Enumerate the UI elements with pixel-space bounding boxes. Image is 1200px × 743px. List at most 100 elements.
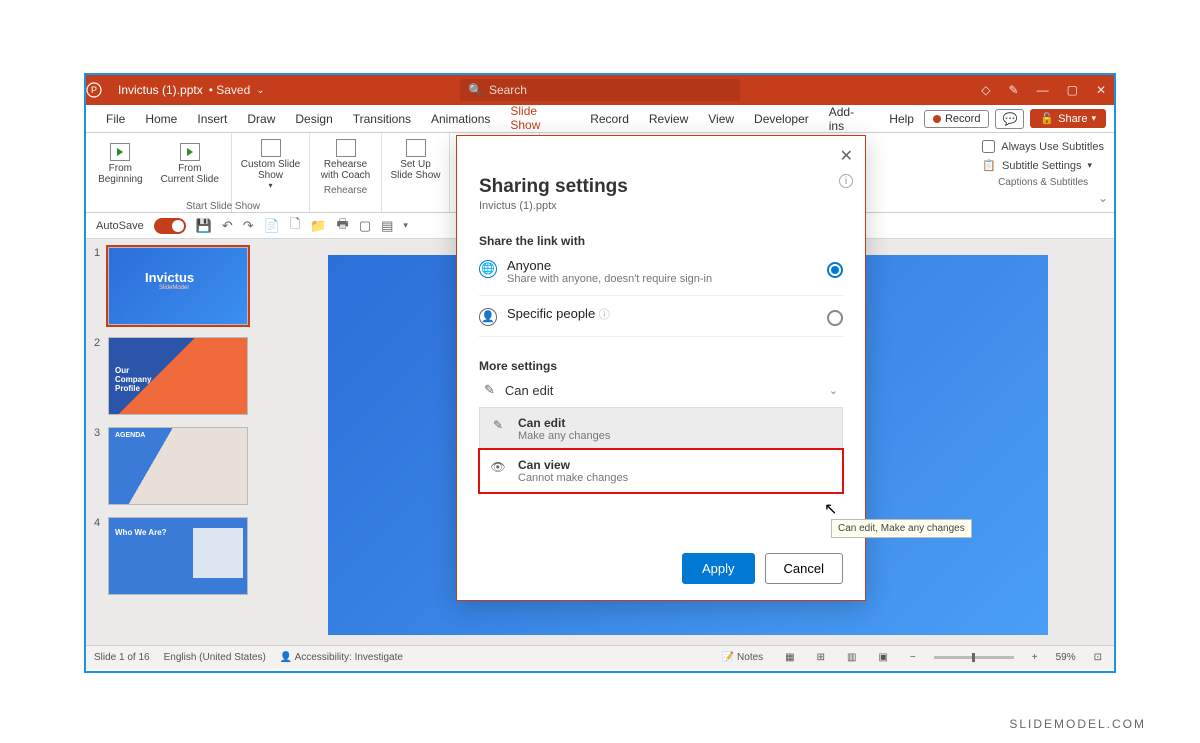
thumbnail-2[interactable]: 2 Our Company Profile: [94, 337, 257, 415]
dialog-filename: Invictus (1).pptx: [479, 200, 843, 212]
app-icon: P: [86, 82, 114, 98]
subtitle-settings-button[interactable]: 📋 Subtitle Settings ▾: [982, 156, 1104, 175]
setup-button[interactable]: Set Up Slide Show: [390, 137, 441, 183]
cancel-button[interactable]: Cancel: [765, 553, 843, 584]
group-rehearse-label: Rehearse: [318, 185, 373, 196]
tab-developer[interactable]: Developer: [744, 106, 819, 132]
qat-icon[interactable]: 🖶: [337, 215, 349, 237]
qat-icon[interactable]: 🗋: [290, 215, 300, 237]
menu-can-edit[interactable]: ✎ Can editMake any changes: [480, 408, 842, 450]
thumbnail-4[interactable]: 4 Who We Are?: [94, 517, 257, 595]
from-current-button[interactable]: From Current Slide: [157, 141, 223, 187]
reading-view-icon[interactable]: ▥: [843, 652, 860, 663]
eye-icon: 👁: [490, 460, 506, 474]
comments-button[interactable]: 💬: [995, 109, 1024, 129]
autosave-toggle[interactable]: [154, 218, 186, 234]
language-status[interactable]: English (United States): [164, 652, 266, 663]
titlebar: P Invictus (1).pptx • Saved ⌄ 🔍 Search ◇…: [86, 75, 1114, 105]
tab-view[interactable]: View: [698, 106, 744, 132]
ribbon-collapse-icon[interactable]: ⌄: [1098, 191, 1108, 205]
globe-icon: 🌐: [479, 260, 497, 278]
tab-review[interactable]: Review: [639, 106, 698, 132]
radio-unselected-icon: [827, 310, 843, 326]
autosave-label: AutoSave: [96, 220, 144, 232]
attribution: SLIDEMODEL.COM: [1009, 717, 1146, 731]
zoom-level[interactable]: 59%: [1056, 652, 1076, 663]
more-settings-label: More settings: [479, 359, 843, 373]
dialog-title: Sharing settings: [479, 176, 843, 198]
title-dropdown-icon[interactable]: ⌄: [250, 85, 264, 96]
file-title: Invictus (1).pptx: [114, 83, 203, 97]
tab-transitions[interactable]: Transitions: [343, 106, 421, 132]
slideshow-view-icon[interactable]: ▣: [874, 652, 891, 663]
group-captions-label: Captions & Subtitles: [982, 177, 1104, 188]
accessibility-status[interactable]: 👤 Accessibility: Investigate: [280, 652, 403, 663]
redo-icon[interactable]: ↷: [243, 218, 254, 234]
tab-animations[interactable]: Animations: [421, 106, 500, 132]
tab-design[interactable]: Design: [285, 106, 342, 132]
tab-home[interactable]: Home: [135, 106, 187, 132]
tab-file[interactable]: File: [96, 106, 135, 132]
tab-help[interactable]: Help: [879, 106, 924, 132]
maximize-button[interactable]: ▢: [1067, 83, 1078, 97]
search-icon: 🔍: [468, 83, 483, 97]
qat-icon[interactable]: 📄: [264, 218, 280, 234]
search-placeholder: Search: [489, 83, 527, 97]
share-link-label: Share the link with: [479, 234, 843, 248]
save-icon[interactable]: 💾: [196, 218, 212, 234]
person-icon: 👤: [479, 308, 497, 326]
thumbnail-1[interactable]: 1 InvictusSlideModel: [94, 247, 257, 325]
zoom-slider[interactable]: [934, 656, 1014, 659]
permission-menu: ✎ Can editMake any changes 👁 Can viewCan…: [479, 407, 843, 493]
group-start-label: Start Slide Show: [186, 201, 260, 212]
fit-icon[interactable]: ⊡: [1090, 652, 1106, 663]
custom-show-button[interactable]: Custom Slide Show ▾: [240, 137, 301, 192]
sorter-view-icon[interactable]: ⊞: [813, 652, 829, 663]
from-beginning-button[interactable]: From Beginning: [94, 141, 146, 187]
notes-button[interactable]: 📝 Notes: [718, 652, 767, 663]
ribbon-tabs: File Home Insert Draw Design Transitions…: [86, 105, 1114, 133]
radio-selected-icon: [827, 262, 843, 278]
undo-icon[interactable]: ↶: [222, 218, 233, 234]
premium-icon[interactable]: ◇: [981, 83, 990, 97]
tab-draw[interactable]: Draw: [237, 106, 285, 132]
thumbnails-panel[interactable]: 1 InvictusSlideModel 2 Our Company Profi…: [86, 239, 261, 645]
tab-record[interactable]: Record: [580, 106, 639, 132]
thumbnail-3[interactable]: 3 AGENDA: [94, 427, 257, 505]
always-subtitles-check[interactable]: Always Use Subtitles: [982, 137, 1104, 156]
qat-dropdown-icon[interactable]: ▾: [403, 220, 408, 231]
normal-view-icon[interactable]: ▦: [781, 652, 798, 663]
record-button[interactable]: Record: [924, 110, 989, 128]
slide-counter: Slide 1 of 16: [94, 652, 150, 663]
pencil-icon: ✎: [484, 382, 495, 398]
info-icon[interactable]: i: [839, 174, 853, 188]
chevron-down-icon: ⌄: [829, 384, 838, 397]
app-window: P Invictus (1).pptx • Saved ⌄ 🔍 Search ◇…: [84, 73, 1116, 673]
dialog-close-button[interactable]: ✕: [840, 146, 853, 166]
tooltip: Can edit, Make any changes: [831, 519, 972, 538]
option-anyone[interactable]: 🌐 AnyoneShare with anyone, doesn't requi…: [479, 248, 843, 296]
permission-dropdown[interactable]: ✎ Can edit ⌄: [479, 373, 843, 407]
apply-button[interactable]: Apply: [682, 553, 755, 584]
tab-insert[interactable]: Insert: [187, 106, 237, 132]
pencil-icon: ✎: [490, 418, 506, 432]
qat-icon[interactable]: ▢: [359, 218, 371, 234]
qat-icon[interactable]: ▤: [381, 218, 393, 234]
search-box[interactable]: 🔍 Search: [460, 79, 740, 101]
save-status: • Saved: [203, 83, 251, 97]
menu-can-view[interactable]: 👁 Can viewCannot make changes: [480, 450, 842, 492]
rehearse-coach-button[interactable]: Rehearse with Coach: [318, 137, 373, 183]
chevron-down-icon: ▾: [1091, 113, 1096, 124]
svg-text:P: P: [91, 85, 97, 95]
share-button[interactable]: 🔓 Share ▾: [1030, 109, 1106, 128]
option-specific[interactable]: 👤 Specific people ⓘ: [479, 296, 843, 337]
qat-icon[interactable]: 📁: [310, 218, 326, 234]
close-button[interactable]: ✕: [1096, 83, 1106, 97]
record-dot-icon: [933, 115, 941, 123]
minimize-button[interactable]: —: [1037, 83, 1049, 97]
status-bar: Slide 1 of 16 English (United States) 👤 …: [86, 645, 1114, 669]
zoom-out-icon[interactable]: −: [906, 652, 920, 663]
pen-icon[interactable]: ✎: [1009, 83, 1019, 97]
zoom-in-icon[interactable]: +: [1028, 652, 1042, 663]
sharing-settings-dialog: ✕ i Sharing settings Invictus (1).pptx S…: [456, 135, 866, 601]
